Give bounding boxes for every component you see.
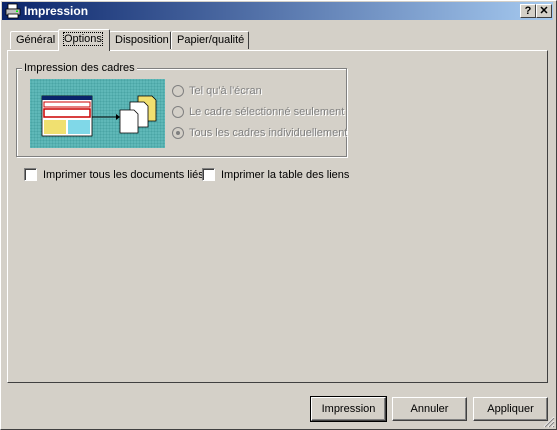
apply-button[interactable]: Appliquer (473, 397, 548, 421)
radio-label-selected-frame-only: Le cadre sélectionné seulement (189, 106, 345, 118)
printer-icon (5, 3, 21, 19)
close-button[interactable]: ✕ (536, 4, 552, 18)
radio-as-on-screen[interactable] (172, 85, 184, 97)
title-bar[interactable]: Impression ? ✕ (2, 2, 553, 20)
cancel-button[interactable]: Annuler (392, 397, 467, 421)
frames-illustration (30, 79, 165, 148)
radio-label-as-on-screen: Tel qu'à l'écran (189, 85, 262, 97)
tab-label: Papier/qualité (177, 34, 245, 46)
tab-disposition[interactable]: Disposition (109, 31, 171, 49)
print-links-table-checkbox[interactable] (202, 168, 215, 181)
tab-label: Disposition (115, 34, 169, 46)
print-linked-docs-checkbox[interactable] (24, 168, 37, 181)
resize-grip-icon[interactable] (543, 416, 555, 428)
tab-options[interactable]: Options (58, 29, 110, 51)
tab-label: Général (16, 34, 56, 46)
tab-papier-qualite[interactable]: Papier/qualité (171, 31, 249, 49)
radio-selected-frame-only[interactable] (172, 106, 184, 118)
tab-general[interactable]: Général (10, 31, 60, 49)
help-button[interactable]: ? (520, 4, 536, 18)
radio-all-frames-individually[interactable] (172, 127, 184, 139)
radio-label-all-frames-individually: Tous les cadres individuellement (189, 127, 348, 139)
print-button[interactable]: Impression (310, 396, 387, 422)
frames-preview-icon (41, 95, 157, 137)
print-links-table-label: Imprimer la table des liens (221, 169, 350, 181)
window-title: Impression (24, 4, 89, 18)
tab-label: Options (63, 32, 103, 46)
frames-group-legend: Impression des cadres (22, 62, 137, 74)
print-linked-docs-label: Imprimer tous les documents liés (43, 169, 204, 181)
